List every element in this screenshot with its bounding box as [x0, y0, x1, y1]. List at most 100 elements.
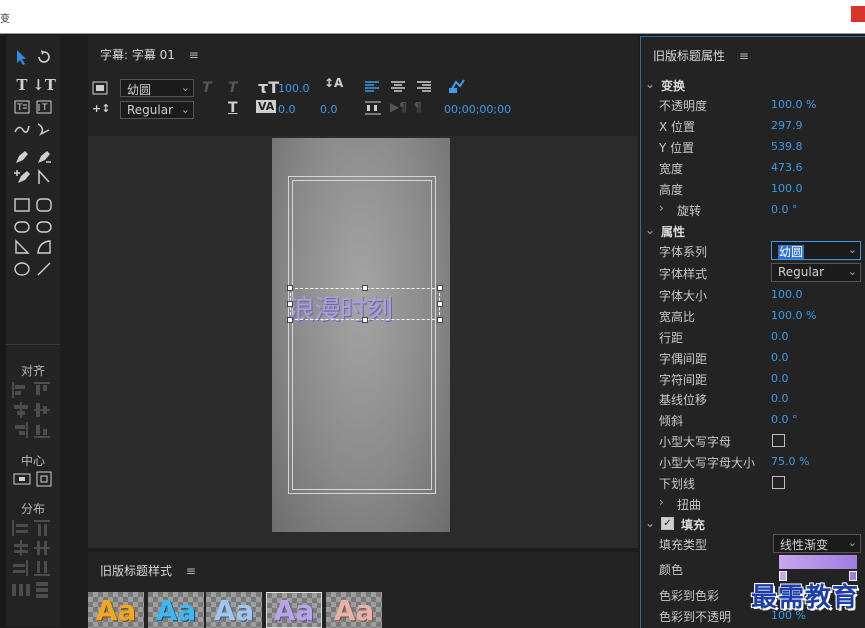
properties-panel-tab[interactable]: 旧版标题属性 ≡	[653, 47, 749, 64]
gradient-color-bar[interactable]	[779, 555, 857, 569]
resize-handle[interactable]	[362, 317, 368, 323]
fill-type-select[interactable]: 线性渐变 ⌄	[773, 534, 861, 553]
chevron-down-icon: ⌄	[645, 77, 656, 91]
underline-row: 下划线	[641, 473, 865, 493]
kerning-value[interactable]: 0.0	[771, 351, 789, 364]
background-video-icon[interactable]	[92, 80, 108, 96]
resize-handle[interactable]	[437, 317, 443, 323]
tab-stops-icon[interactable]: +↕	[92, 102, 110, 115]
watermark-logo: 最需教育	[750, 583, 859, 613]
small-caps-size-value[interactable]: 75.0 %	[771, 455, 809, 468]
small-caps-checkbox[interactable]	[772, 434, 785, 447]
clipped-corner-rectangle-tool-icon[interactable]	[12, 218, 32, 236]
kerning-value[interactable]: 0.0	[278, 103, 296, 116]
fill-checkbox[interactable]: ✓	[661, 517, 674, 530]
center-horizontal-icon[interactable]	[12, 470, 32, 488]
leading-value[interactable]: 0.0	[771, 330, 789, 343]
x-position-row: X 位置 297.9	[641, 116, 865, 136]
font-family-dropdown[interactable]: 幼圆 ⌄	[120, 79, 194, 97]
title-artboard[interactable]: 浪漫时刻	[272, 138, 450, 532]
style-swatch[interactable]: Aa	[206, 592, 262, 628]
fill-label: 填充	[681, 518, 706, 532]
distort-row[interactable]: › 扭曲	[641, 494, 865, 514]
y-position-value[interactable]: 539.8	[771, 140, 803, 153]
panel-menu-icon[interactable]: ≡	[739, 49, 749, 63]
style-swatch[interactable]: Aa	[88, 592, 144, 628]
area-type-tool-icon[interactable]: T	[12, 98, 32, 116]
leading-value[interactable]: 0.0	[320, 103, 338, 116]
resize-handle[interactable]	[287, 301, 293, 307]
resize-handle[interactable]	[437, 301, 443, 307]
y-position-label: Y 位置	[659, 141, 695, 155]
distribute-vertical-even-icon	[34, 582, 52, 598]
distribute-top-icon	[34, 520, 52, 536]
baseline-value[interactable]: 0.0	[771, 392, 789, 405]
x-position-value[interactable]: 297.9	[771, 119, 803, 132]
panel-menu-icon[interactable]: ≡	[186, 564, 196, 578]
path-type-tool-icon[interactable]	[12, 120, 32, 138]
align-vertical-center-icon	[34, 402, 52, 418]
align-right-text-icon[interactable]	[416, 80, 432, 94]
bold-icon: T	[202, 80, 212, 96]
underline-checkbox[interactable]	[772, 476, 785, 489]
styles-panel-tab[interactable]: 旧版标题样式 ≡	[100, 562, 196, 579]
delete-anchor-tool-icon[interactable]	[34, 148, 54, 166]
font-style-label: 字体样式	[659, 267, 708, 281]
font-style-select[interactable]: Regular ⌄	[771, 263, 861, 282]
height-value[interactable]: 100.0	[771, 182, 803, 195]
wedge-tool-icon[interactable]	[12, 238, 32, 256]
type-tool-icon[interactable]: T	[12, 76, 32, 94]
resize-handle[interactable]	[287, 317, 293, 323]
rounded-corner-rectangle-tool-icon[interactable]	[34, 218, 54, 236]
chevron-down-icon: ⌄	[847, 265, 857, 278]
rounded-rectangle-tool-icon[interactable]	[34, 196, 54, 214]
vertical-path-type-tool-icon[interactable]	[34, 120, 54, 138]
font-size-value[interactable]: 100.0	[771, 288, 803, 301]
ellipse-tool-icon[interactable]	[12, 260, 32, 278]
vertical-type-tool-icon[interactable]: ↓T	[32, 76, 56, 94]
style-swatch-selected[interactable]: Aa	[266, 592, 322, 628]
svg-text:T: T	[16, 103, 23, 113]
align-left-text-icon[interactable]	[364, 80, 380, 94]
title-panel-tab[interactable]: 字幕: 字幕 01 ≡	[100, 46, 199, 63]
style-swatch[interactable]: Aa	[326, 592, 382, 628]
text-selection-box[interactable]	[290, 288, 440, 320]
slant-value[interactable]: 0.0 °	[771, 413, 798, 426]
panel-menu-icon[interactable]: ≡	[189, 48, 199, 62]
style-swatch[interactable]: Aa	[148, 592, 204, 628]
small-caps-size-label: 小型大写字母大小	[659, 456, 756, 470]
rotation-tool-icon[interactable]	[34, 48, 54, 66]
align-center-text-icon[interactable]	[390, 80, 406, 94]
timecode-value[interactable]: 00;00;00;00	[444, 103, 511, 116]
resize-handle[interactable]	[437, 285, 443, 291]
center-vertical-icon[interactable]	[34, 470, 54, 488]
width-value[interactable]: 473.6	[771, 161, 803, 174]
rectangle-tool-icon[interactable]	[12, 196, 32, 214]
italic-icon: T	[228, 80, 238, 96]
tab-left-icon[interactable]	[364, 100, 382, 116]
convert-anchor-tool-icon[interactable]	[34, 168, 54, 186]
y-position-row: Y 位置 539.8	[641, 137, 865, 157]
rotation-row[interactable]: › 旋转 0.0 °	[641, 200, 865, 220]
arc-tool-icon[interactable]	[34, 238, 54, 256]
close-button[interactable]	[851, 6, 865, 22]
underline-icon[interactable]: T	[228, 100, 238, 116]
font-family-select[interactable]: 幼圆 ⌄	[771, 241, 861, 260]
tracking-value[interactable]: 0.0	[771, 372, 789, 385]
font-size-value[interactable]: 100.0	[278, 82, 310, 95]
styles-panel-tab-label: 旧版标题样式	[100, 564, 173, 578]
title-properties-panel: 旧版标题属性 ≡ ⌄ 变换 不透明度 100.0 % X 位置 297.9 Y 位置…	[640, 36, 865, 628]
selection-tool-icon[interactable]	[12, 48, 32, 66]
title-safe-frame	[292, 180, 432, 490]
line-tool-icon[interactable]	[34, 260, 54, 278]
roll-crawl-icon[interactable]	[448, 78, 466, 94]
resize-handle[interactable]	[287, 285, 293, 291]
rotation-value[interactable]: 0.0 °	[771, 203, 798, 216]
aspect-value[interactable]: 100.0 %	[771, 309, 816, 322]
add-anchor-tool-icon[interactable]	[12, 168, 32, 186]
opacity-value[interactable]: 100.0 %	[771, 98, 816, 111]
font-style-dropdown[interactable]: Regular ⌄	[120, 101, 194, 119]
resize-handle[interactable]	[362, 285, 368, 291]
vertical-area-type-tool-icon[interactable]: T	[34, 98, 54, 116]
pen-tool-icon[interactable]	[12, 148, 32, 166]
